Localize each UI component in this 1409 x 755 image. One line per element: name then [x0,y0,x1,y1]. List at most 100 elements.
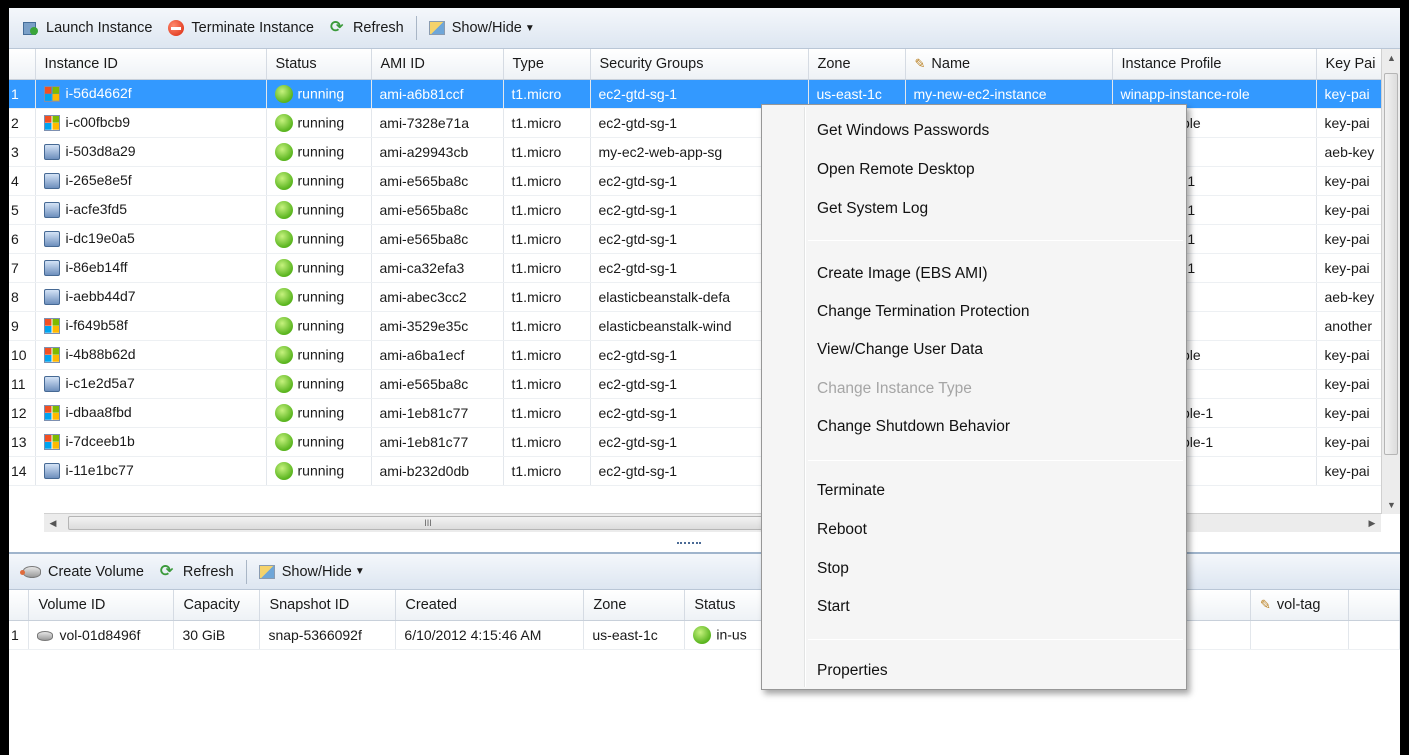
instance-id-cell[interactable]: i-56d4662f [35,79,267,109]
key-pair-cell[interactable]: key-pai [1316,195,1383,225]
launch-instance-button[interactable]: Launch Instance [15,8,160,48]
key-pair-cell[interactable]: key-pai [1316,427,1383,457]
row-number[interactable]: 12 [9,398,36,428]
key-pair-cell[interactable]: key-pai [1316,398,1383,428]
ami-id-cell[interactable]: ami-abec3cc2 [371,282,504,312]
menu-item-properties[interactable]: Properties [817,657,888,685]
menu-item-terminate[interactable]: Terminate [817,477,885,505]
volumes-refresh-button[interactable]: ⟳ Refresh [152,554,242,589]
type-cell[interactable]: t1.micro [503,456,591,486]
type-cell[interactable]: t1.micro [503,195,591,225]
column-header-snapshot-id[interactable]: Snapshot ID [259,590,397,621]
key-pair-cell[interactable]: key-pai [1316,340,1383,370]
scroll-left-icon[interactable]: ◀ [44,514,62,533]
instance-id-cell[interactable]: i-dbaa8fbd [35,398,267,428]
status-cell[interactable]: running [266,398,372,428]
column-header-status[interactable]: Status [684,590,766,621]
key-pair-cell[interactable]: key-pai [1316,108,1383,138]
column-header-key-pair[interactable]: Key Pai [1316,49,1383,80]
created-cell[interactable]: 6/10/2012 4:15:46 AM [395,620,585,650]
status-cell[interactable]: running [266,369,372,399]
type-cell[interactable]: t1.micro [503,166,591,196]
row-number[interactable]: 6 [9,224,36,254]
menu-item-change-termination-protection[interactable]: Change Termination Protection [817,298,1030,326]
row-number[interactable]: 4 [9,166,36,196]
key-pair-cell[interactable]: key-pai [1316,79,1383,109]
column-header-security-groups[interactable]: Security Groups [590,49,809,80]
instance-id-cell[interactable]: i-265e8e5f [35,166,267,196]
ami-id-cell[interactable]: ami-1eb81c77 [371,427,504,457]
horizontal-scroll-thumb[interactable]: III [68,516,788,530]
instance-id-cell[interactable]: i-aebb44d7 [35,282,267,312]
instance-id-cell[interactable]: i-4b88b62d [35,340,267,370]
row-number[interactable]: 1 [9,79,36,109]
ami-id-cell[interactable]: ami-e565ba8c [371,195,504,225]
menu-item-get-system-log[interactable]: Get System Log [817,195,928,223]
ami-id-cell[interactable]: ami-1eb81c77 [371,398,504,428]
status-cell[interactable]: running [266,340,372,370]
ami-id-cell[interactable]: ami-a29943cb [371,137,504,167]
type-cell[interactable]: t1.micro [503,253,591,283]
column-header-created[interactable]: Created [395,590,585,621]
column-header-status[interactable]: Status [266,49,372,80]
status-cell[interactable]: in-us [684,620,766,650]
key-pair-cell[interactable]: key-pai [1316,166,1383,196]
instance-id-cell[interactable]: i-11e1bc77 [35,456,267,486]
menu-item-get-windows-passwords[interactable]: Get Windows Passwords [817,117,989,145]
vertical-scroll-thumb[interactable] [1384,73,1398,455]
scroll-right-icon[interactable]: ▶ [1363,514,1381,533]
pane-splitter[interactable] [9,532,1400,554]
row-number[interactable]: 13 [9,427,36,457]
table-row[interactable]: 1 vol-01d8496f 30 GiB snap-5366092f 6/10/201… [9,620,1400,650]
volume-id-cell[interactable]: vol-01d8496f [28,620,175,650]
column-header-volume-id[interactable]: Volume ID [28,590,175,621]
type-cell[interactable]: t1.micro [503,398,591,428]
instance-id-cell[interactable]: i-7dceeb1b [35,427,267,457]
row-number[interactable]: 8 [9,282,36,312]
status-cell[interactable]: running [266,427,372,457]
status-cell[interactable]: running [266,224,372,254]
type-cell[interactable]: t1.micro [503,224,591,254]
status-cell[interactable]: running [266,456,372,486]
column-header-vol-tag[interactable]: ✎ vol-tag [1250,590,1349,621]
status-cell[interactable]: running [266,137,372,167]
create-volume-button[interactable]: Create Volume [15,554,152,589]
column-header-instance-profile[interactable]: Instance Profile [1112,49,1317,80]
zone-cell[interactable]: us-east-1c [583,620,686,650]
key-pair-cell[interactable]: key-pai [1316,253,1383,283]
menu-item-open-remote-desktop[interactable]: Open Remote Desktop [817,156,975,184]
scroll-down-icon[interactable]: ▼ [1382,496,1400,514]
menu-item-view-change-user-data[interactable]: View/Change User Data [817,336,983,364]
instance-id-cell[interactable]: i-c00fbcb9 [35,108,267,138]
instance-id-cell[interactable]: i-f649b58f [35,311,267,341]
type-cell[interactable]: t1.micro [503,137,591,167]
show-hide-button[interactable]: Show/Hide ▼ [421,8,543,48]
row-number[interactable]: 10 [9,340,36,370]
column-header-zone[interactable]: Zone [583,590,686,621]
instance-id-cell[interactable]: i-86eb14ff [35,253,267,283]
ami-id-cell[interactable]: ami-7328e71a [371,108,504,138]
type-cell[interactable]: t1.micro [503,79,591,109]
column-header-capacity[interactable]: Capacity [173,590,261,621]
instance-id-cell[interactable]: i-acfe3fd5 [35,195,267,225]
key-pair-cell[interactable]: aeb-key [1316,282,1383,312]
ami-id-cell[interactable]: ami-ca32efa3 [371,253,504,283]
vol-tag-cell[interactable] [1250,620,1349,650]
status-cell[interactable]: running [266,166,372,196]
type-cell[interactable]: t1.micro [503,282,591,312]
instance-id-cell[interactable]: i-dc19e0a5 [35,224,267,254]
ami-id-cell[interactable]: ami-3529e35c [371,311,504,341]
volumes-show-hide-button[interactable]: Show/Hide ▼ [251,554,373,589]
type-cell[interactable]: t1.micro [503,340,591,370]
row-number[interactable]: 11 [9,369,36,399]
status-cell[interactable]: running [266,253,372,283]
key-pair-cell[interactable]: aeb-key [1316,137,1383,167]
status-cell[interactable]: running [266,108,372,138]
row-number[interactable]: 1 [9,620,30,650]
key-pair-cell[interactable]: key-pai [1316,456,1383,486]
capacity-cell[interactable]: 30 GiB [173,620,261,650]
instance-id-cell[interactable]: i-503d8a29 [35,137,267,167]
ami-id-cell[interactable]: ami-e565ba8c [371,369,504,399]
ami-id-cell[interactable]: ami-a6b81ccf [371,79,504,109]
menu-item-change-shutdown-behavior[interactable]: Change Shutdown Behavior [817,413,1010,441]
